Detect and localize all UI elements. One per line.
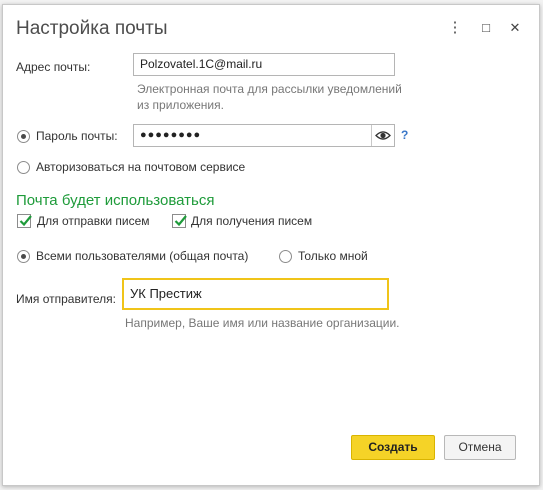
oauth-option-label[interactable]: Авторизоваться на почтовом сервисе xyxy=(36,160,245,174)
email-label: Адрес почты: xyxy=(16,60,91,74)
send-checkbox[interactable] xyxy=(17,214,32,228)
password-field[interactable]: ●●●●●●●● xyxy=(133,124,395,147)
sender-hint: Например, Ваше имя или название организа… xyxy=(125,316,400,330)
sender-label: Имя отправителя: xyxy=(16,292,117,306)
all-users-label[interactable]: Всеми пользователями (общая почта) xyxy=(36,249,248,263)
password-radio[interactable] xyxy=(17,130,30,143)
checkmark-icon xyxy=(19,215,32,227)
show-password-button[interactable] xyxy=(371,125,394,146)
send-label[interactable]: Для отправки писем xyxy=(37,214,150,228)
only-me-label[interactable]: Только мной xyxy=(298,249,368,263)
all-users-radio[interactable] xyxy=(17,250,30,263)
email-hint-line1: Электронная почта для рассылки уведомлен… xyxy=(137,82,402,96)
more-menu-icon[interactable]: ⋮ xyxy=(446,19,464,37)
email-hint-line2: из приложения. xyxy=(137,98,224,112)
mail-settings-dialog: Настройка почты ⋮ □ ✕ Адрес почты: Polzo… xyxy=(2,4,540,486)
sender-name-field[interactable]: УК Престиж xyxy=(122,278,389,310)
password-value: ●●●●●●●● xyxy=(140,129,202,141)
oauth-radio[interactable] xyxy=(17,161,30,174)
help-icon[interactable]: ? xyxy=(401,128,408,142)
cancel-button[interactable]: Отмена xyxy=(444,435,516,460)
close-icon[interactable]: ✕ xyxy=(506,19,524,37)
eye-icon xyxy=(375,131,391,140)
receive-checkbox[interactable] xyxy=(172,214,187,228)
only-me-radio[interactable] xyxy=(279,250,292,263)
dialog-title: Настройка почты xyxy=(16,18,168,39)
usage-section-heading: Почта будет использоваться xyxy=(16,192,215,209)
checkmark-icon xyxy=(174,215,187,227)
maximize-icon[interactable]: □ xyxy=(477,19,495,37)
password-option-label: Пароль почты: xyxy=(36,129,118,143)
email-field[interactable]: Polzovatel.1C@mail.ru xyxy=(133,53,395,76)
receive-label[interactable]: Для получения писем xyxy=(191,214,312,228)
create-button[interactable]: Создать xyxy=(351,435,435,460)
